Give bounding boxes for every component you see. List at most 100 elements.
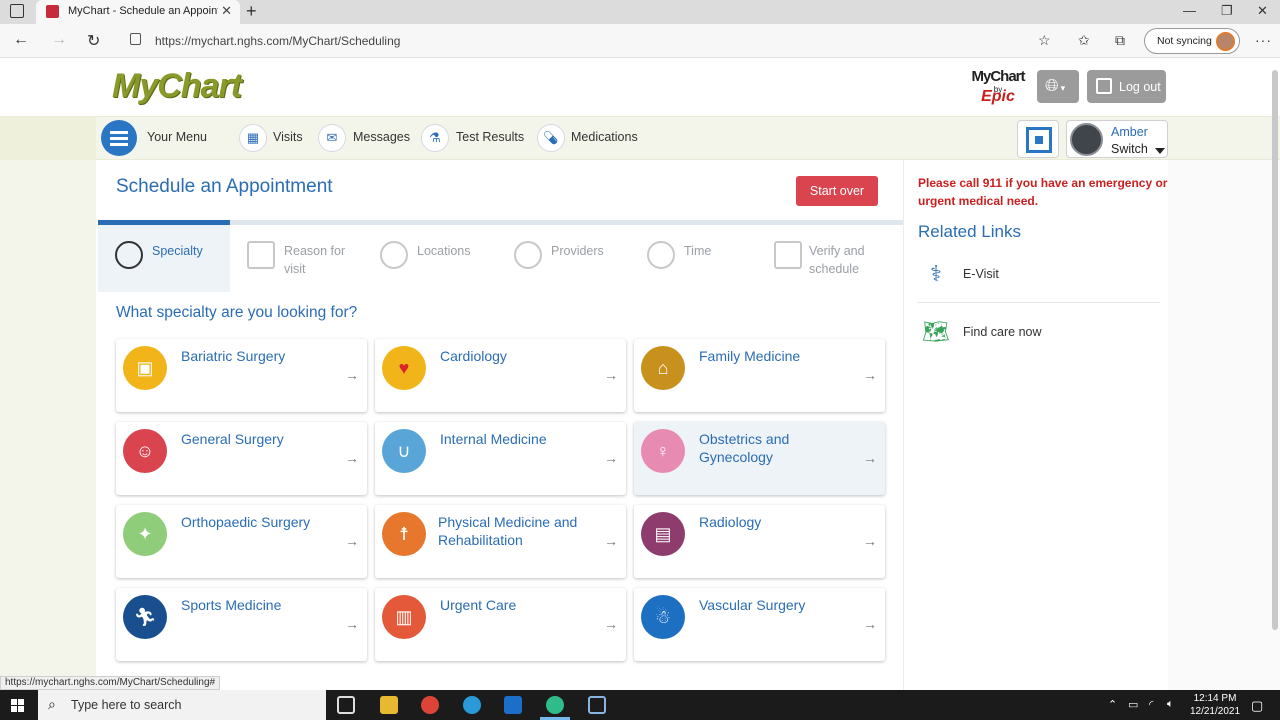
collections-icon[interactable]: ⧉ [1115, 32, 1125, 49]
battery-icon[interactable]: ▭ [1128, 698, 1138, 711]
specialty-card-family-medicine[interactable]: ⌂ Family Medicine → [634, 339, 885, 412]
forward-icon[interactable]: → [51, 31, 67, 49]
skype-icon[interactable] [463, 696, 481, 714]
step-time: Time [630, 225, 762, 292]
related-links-divider [918, 302, 1160, 303]
menu-item-messages[interactable]: Messages [353, 130, 410, 144]
logout-button[interactable]: Log out [1087, 70, 1166, 103]
tray-chevron-icon[interactable]: ⌃ [1108, 698, 1117, 711]
logout-label: Log out [1119, 80, 1161, 94]
map-pin-icon [380, 241, 408, 269]
family-home-icon: ⌂ [641, 346, 685, 390]
arrow-right-icon: → [345, 367, 359, 383]
page-scrollbar[interactable] [1272, 70, 1278, 630]
your-menu-link[interactable]: Your Menu [147, 130, 207, 144]
epic-logo-mychart: MyChart [971, 68, 1025, 85]
specialty-card-vascular-surgery[interactable]: ☃ Vascular Surgery → [634, 588, 885, 661]
minimize-icon[interactable]: — [1183, 3, 1196, 18]
specialty-label: General Surgery [181, 431, 284, 447]
menu-item-test-results[interactable]: Test Results [456, 130, 524, 144]
step-label: Providers [551, 244, 604, 258]
outlook-icon[interactable] [504, 696, 522, 714]
specialty-label: Bariatric Surgery [181, 348, 286, 364]
sync-profile-button[interactable]: Not syncing [1144, 28, 1240, 54]
step-specialty[interactable]: Specialty [98, 225, 230, 292]
stretch-icon: ☨ [382, 512, 426, 556]
qr-code-button[interactable] [1017, 120, 1059, 158]
specialty-card-bariatric-surgery[interactable]: ▣ Bariatric Surgery → [116, 339, 367, 412]
mychart-logo[interactable]: MyChart [112, 67, 242, 106]
windows-start-icon[interactable] [11, 699, 25, 713]
specialty-label: Internal Medicine [440, 431, 547, 447]
url-text: https://mychart.nghs.com/MyChart/Schedul… [155, 34, 401, 48]
surgeon-icon: ☺ [123, 429, 167, 473]
specialty-card-cardiology[interactable]: ♥ Cardiology → [375, 339, 626, 412]
step-locations: Locations [363, 225, 495, 292]
heart-icon: ♥ [382, 346, 426, 390]
page-title: Schedule an Appointment [116, 176, 333, 197]
step-verify-and-schedule: Verify and schedule [763, 225, 903, 292]
step-label: Specialty [152, 244, 203, 258]
arrow-right-icon: → [604, 367, 618, 383]
arrow-right-icon: → [345, 450, 359, 466]
specialty-card-radiology[interactable]: ▤ Radiology → [634, 505, 885, 578]
person-icon [514, 241, 542, 269]
task-view-icon[interactable] [337, 696, 355, 714]
new-tab-button[interactable]: + [246, 1, 257, 22]
specialty-card-sports-medicine[interactable]: 🏃︎ Sports Medicine → [116, 588, 367, 661]
app-icon[interactable] [588, 696, 606, 714]
specialty-card-orthopaedic-surgery[interactable]: ✦ Orthopaedic Surgery → [116, 505, 367, 578]
clock-date: 12/21/2021 [1189, 706, 1241, 717]
menu-item-visits[interactable]: Visits [273, 130, 303, 144]
main-menu-bar: Your Menu ▦ Visits ✉ Messages ⚗ Test Res… [0, 116, 1280, 161]
tab-close-icon[interactable]: ✕ [221, 3, 232, 19]
mychart-by-epic-logo: MyChart by Epic [966, 68, 1030, 106]
notifications-icon[interactable]: ▢ [1251, 698, 1263, 714]
specialty-card-urgent-care[interactable]: ▥ Urgent Care → [375, 588, 626, 661]
file-explorer-icon[interactable] [380, 696, 398, 714]
mychart-favicon-icon [46, 5, 59, 18]
language-button[interactable]: 🌐︎ ▾ [1037, 70, 1079, 103]
add-favorite-icon[interactable]: ☆ [1038, 32, 1051, 49]
hamburger-menu-icon[interactable] [101, 120, 137, 156]
browser-menu-icon[interactable]: ··· [1255, 32, 1272, 48]
arrow-right-icon: → [863, 616, 877, 632]
stethoscope-icon: ⚕ [930, 261, 942, 286]
taskbar-clock[interactable]: 12:14 PM 12/21/2021 [1188, 692, 1242, 718]
back-icon[interactable]: ← [13, 31, 29, 49]
specialty-card-obstetrics-and-gynecology[interactable]: ♀ Obstetrics and Gynecology → [634, 422, 885, 495]
favorites-icon[interactable]: ✩ [1078, 32, 1090, 49]
pill-icon: 💊︎ [537, 124, 565, 152]
link-status-url: https://mychart.nghs.com/MyChart/Schedul… [0, 676, 221, 690]
qr-code-icon [1026, 127, 1052, 153]
arrow-right-icon: → [604, 616, 618, 632]
taskbar-search-box[interactable]: ⌕ Type here to search [38, 690, 326, 720]
chrome-icon[interactable] [421, 696, 439, 714]
arrow-right-icon: → [345, 616, 359, 632]
address-bar: ← → ↻ https://mychart.nghs.com/MyChart/S… [0, 24, 1280, 58]
arrow-right-icon: → [604, 450, 618, 466]
wifi-icon[interactable]: ◜ [1149, 698, 1153, 711]
user-name: Amber [1111, 125, 1148, 139]
url-field[interactable]: https://mychart.nghs.com/MyChart/Schedul… [118, 28, 1060, 54]
related-link-label: Find care now [963, 325, 1042, 339]
specialty-card-internal-medicine[interactable]: ∪ Internal Medicine → [375, 422, 626, 495]
tab-title: MyChart - Schedule an Appointment [68, 5, 218, 17]
menu-item-medications[interactable]: Medications [571, 130, 638, 144]
switch-label: Switch [1111, 142, 1148, 156]
clock-time: 12:14 PM [1193, 693, 1237, 704]
clock-icon [647, 241, 675, 269]
maximize-icon[interactable]: ❐ [1221, 3, 1233, 19]
specialty-card-physical-medicine-and-rehabilitation[interactable]: ☨ Physical Medicine and Rehabilitation → [375, 505, 626, 578]
tab-actions-icon[interactable] [10, 4, 24, 18]
refresh-icon[interactable]: ↻ [87, 31, 100, 51]
edge-icon[interactable] [546, 696, 564, 714]
window-close-icon[interactable]: ✕ [1257, 3, 1268, 19]
related-link-e-visit[interactable]: ⚕ E-Visit [918, 258, 1160, 302]
specialty-card-general-surgery[interactable]: ☺ General Surgery → [116, 422, 367, 495]
volume-icon[interactable]: 🔈︎ [1167, 698, 1174, 711]
related-link-find-care-now[interactable]: 🗺︎ Find care now [918, 316, 1160, 360]
start-over-button[interactable]: Start over [796, 176, 878, 206]
user-switcher[interactable]: Amber Switch [1066, 120, 1168, 158]
browser-tab[interactable]: MyChart - Schedule an Appointment ✕ [36, 0, 240, 24]
